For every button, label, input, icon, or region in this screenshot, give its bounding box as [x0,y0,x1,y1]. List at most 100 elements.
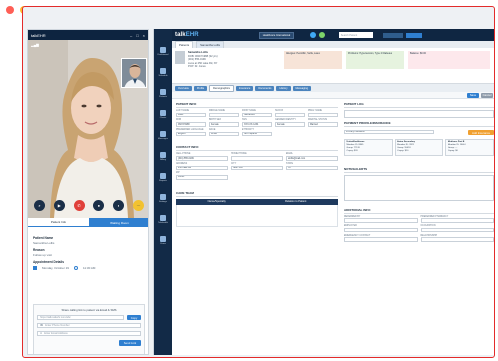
field-label: CITY [231,162,237,165]
end-call-icon[interactable]: ✆ [73,200,85,211]
field-input[interactable] [420,227,494,233]
sidebar-item-label: Settings [159,200,167,203]
sidebar-item-patients[interactable]: Patients [154,85,172,101]
organization-select[interactable]: Healthcare International [258,31,295,39]
field-input[interactable]: New York [231,165,283,171]
field-input[interactable] [231,156,283,161]
field-input[interactable] [420,218,494,223]
video-feed: ▂▄▆ ⌕ ▶ ✆ ● ◐ ⋯ [28,40,148,218]
additional-info-fields: REFERRED BY PREFERRED PHARMACY EMPLOYER OCC… [344,216,494,244]
insurance-card[interactable]: Aetna Secondary Member ID: 3321 Group: 550… [394,138,444,156]
tab-messaging[interactable]: Messaging [292,85,312,91]
maximize-icon[interactable]: □ [136,33,138,38]
sidebar-item-reports[interactable]: Reports [154,169,172,185]
field-occupation: OCCUPATION [420,225,494,234]
field-input[interactable]: slollis@mail.com [286,156,338,161]
field-input[interactable] [420,237,494,242]
billing-icon [160,151,166,158]
dashboard-icon [160,46,166,53]
field-label: SUFFIX [275,110,284,112]
email-input[interactable]: ✉ Enter Email Address [37,331,141,336]
sidebar-item-telehealth[interactable]: Telehealth [154,211,172,227]
patient-search-input[interactable]: Search Patient [339,32,374,38]
settings-button[interactable] [406,32,423,38]
notification-icon[interactable] [310,32,317,38]
field-label: OCCUPATION [420,225,436,228]
payment-profile-heading: PAYMENT PROFILE/INSURANCE [344,120,494,128]
sidebar-item-charts[interactable]: Charts [154,106,172,122]
sidebar-item-dashboard[interactable]: Dashboard [154,43,172,59]
insurance-card[interactable]: Medicare Part B Member ID: 1EG4 Group: — Co… [445,138,494,156]
save-button[interactable]: Save [467,93,479,98]
field-input[interactable]: Married [308,122,338,127]
notes-field[interactable] [344,174,494,201]
search-icon[interactable]: ⌕ [34,200,45,211]
field-birth-sex: BIRTH SEX Female [209,119,239,128]
field-input[interactable]: Lollis [176,112,206,118]
sidebar-item-messages[interactable]: Messages [154,127,172,143]
field-input[interactable]: White [209,131,239,137]
field-input[interactable]: Samantha [242,112,272,118]
field-input[interactable]: Female [209,122,239,127]
chat-icon[interactable]: ◐ [113,200,125,211]
tab-documents[interactable]: Documents [255,85,275,91]
field-input[interactable]: 06/07/1988 [176,122,206,127]
copy-link-button[interactable]: Copy [127,315,141,320]
user-menu[interactable] [383,32,404,38]
invite-link-field[interactable]: https://talk.talkehr.com/abc [37,315,124,320]
doctor-self-view[interactable] [121,58,147,88]
field-input[interactable] [209,112,239,118]
field-input[interactable]: XXX-XX-1234 [242,122,272,127]
camera-icon[interactable]: ▶ [53,200,65,211]
field-input[interactable]: NY [286,165,338,171]
tab-profile[interactable]: Profile [193,85,208,91]
close-window-button[interactable] [6,6,14,14]
tab-insurance[interactable]: Insurance [235,85,254,91]
patient-log-field[interactable] [344,110,494,118]
field-input[interactable]: 10001 [176,175,228,180]
allergies-alert: Allergies: Penicillin, Sulfa, Latex [284,51,342,69]
send-link-button[interactable]: Send Link [119,340,141,346]
sidebar-item-schedule[interactable]: Schedule [154,64,172,80]
field-input[interactable] [275,112,305,118]
insurance-card[interactable]: UnitedHealthcare Member ID: 8845 Group: 77… [344,138,393,156]
top-bar: talkEHR Healthcare International Search … [172,29,494,41]
phone-input[interactable]: ☎ Enter Phone Number [37,323,141,328]
close-icon[interactable]: × [143,33,145,38]
users-icon [160,235,166,242]
tab-overview[interactable]: Overview [175,85,192,91]
avatar[interactable] [319,32,326,38]
field-input[interactable] [344,218,418,223]
minimize-icon[interactable]: – [130,33,132,38]
sidebar-item-label: Patients [159,95,167,98]
tab-patient-info[interactable]: Patient Info [28,218,89,227]
field-input[interactable] [344,227,418,233]
sidebar-item-users[interactable]: Users [154,232,172,248]
field-gender-identity: GENDER IDENTITY Female [275,119,305,128]
microphone-icon[interactable]: ● [93,200,105,211]
field-input[interactable] [308,112,338,118]
insurance-select[interactable]: Primary Insurance [344,129,434,135]
add-insurance-button[interactable]: Add Insurance [468,130,494,136]
sidebar-item-billing[interactable]: Billing [154,148,172,164]
call-controls: ⌕ ▶ ✆ ● ◐ ⋯ [34,199,144,212]
field-input[interactable]: 250 Lake Rd [176,165,228,171]
charts-icon [160,109,166,116]
contact-info-heading: CONTACT INFO [176,144,338,152]
field-input[interactable]: (301) 555-0199 [176,156,228,161]
schedule-icon [160,67,166,74]
field-input[interactable]: English [176,131,206,137]
more-icon[interactable]: ⋯ [132,200,144,211]
field-input[interactable]: Female [275,122,305,127]
tab-waiting-room[interactable]: Waiting Room [89,218,148,227]
reason-label: Reason [33,248,45,252]
field-input[interactable]: Not Hispanic [242,131,272,137]
tab-history[interactable]: History [276,85,291,91]
tab-demographics[interactable]: Demographics [209,84,234,92]
sidebar-item-settings[interactable]: Settings [154,190,172,206]
cancel-button[interactable]: Cancel [481,93,493,98]
field-middle-name: MIDDLE NAME [209,110,239,119]
insurance-cards: UnitedHealthcare Member ID: 8845 Group: 77… [344,138,494,156]
notes-heading: NOTES/ALERTS [344,166,494,173]
field-input[interactable] [344,237,418,242]
